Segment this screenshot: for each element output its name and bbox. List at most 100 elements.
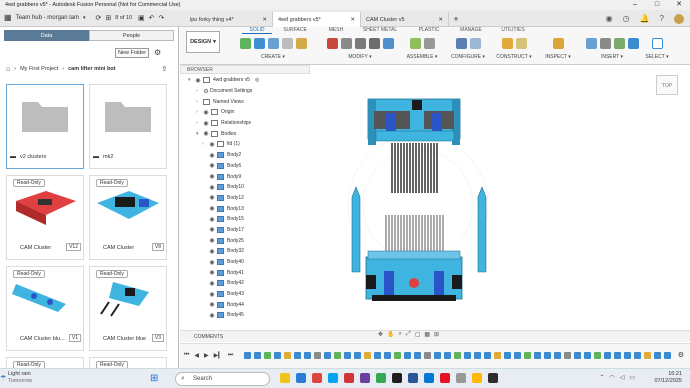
- timeline-feature-icon[interactable]: [524, 352, 531, 359]
- eye-icon[interactable]: ◉: [208, 162, 216, 169]
- eye-icon[interactable]: ◉: [208, 205, 216, 212]
- upload-icon[interactable]: ⇪: [162, 65, 168, 73]
- body-item[interactable]: ◉ Body43: [202, 289, 310, 300]
- table-icon[interactable]: [469, 38, 481, 49]
- app-icon[interactable]: [456, 373, 466, 383]
- folder-card[interactable]: ▬ v2 clusters: [6, 84, 84, 169]
- breadcrumb-folder[interactable]: cam lifter mini bot: [68, 66, 115, 72]
- avatar[interactable]: [674, 14, 684, 24]
- eye-icon[interactable]: ◉: [208, 269, 216, 276]
- team-hub-label[interactable]: Team hub - morgan lam: [16, 15, 79, 21]
- eye-icon[interactable]: ◉: [208, 152, 216, 159]
- first-step-icon[interactable]: ⏮: [184, 352, 189, 359]
- chevron-right-icon[interactable]: ›: [196, 99, 202, 105]
- shell-icon[interactable]: [368, 38, 380, 49]
- timeline-feature-icon[interactable]: [554, 352, 561, 359]
- timeline-feature-icon[interactable]: [354, 352, 361, 359]
- eye-icon[interactable]: ◉: [208, 173, 216, 180]
- eye-icon[interactable]: ◉: [208, 291, 216, 298]
- new-component-icon[interactable]: [409, 38, 421, 49]
- undo-icon[interactable]: ↶: [149, 14, 155, 22]
- design-card[interactable]: Read-Only CAM Cluster blue V3: [89, 266, 167, 351]
- timeline-feature-icon[interactable]: [264, 352, 271, 359]
- select-icon[interactable]: [651, 38, 663, 49]
- eye-icon[interactable]: ◉: [202, 109, 210, 116]
- pattern-icon[interactable]: [295, 38, 307, 49]
- app-icon[interactable]: [344, 373, 354, 383]
- new-sketch-icon[interactable]: [239, 38, 251, 49]
- timeline-feature-icon[interactable]: [274, 352, 281, 359]
- fillet-icon[interactable]: [340, 38, 352, 49]
- apps-icon[interactable]: ⊞: [105, 14, 111, 22]
- body-item[interactable]: ◉ Body45: [202, 310, 310, 321]
- parameters-icon[interactable]: [455, 38, 467, 49]
- breadcrumb-project[interactable]: My First Project: [20, 66, 58, 72]
- search-box[interactable]: ⌕ Search: [175, 372, 270, 386]
- body-item[interactable]: ◉ Body42: [202, 278, 310, 289]
- zoom-icon[interactable]: ⌕: [399, 331, 402, 341]
- joint-icon[interactable]: [423, 38, 435, 49]
- redo-icon[interactable]: ↷: [159, 14, 165, 22]
- timeline-feature-icon[interactable]: [494, 352, 501, 359]
- app-icon[interactable]: [312, 373, 322, 383]
- version-badge[interactable]: V12: [66, 243, 81, 251]
- browser-node[interactable]: ▾ ◉ Bodies: [188, 128, 310, 139]
- timeline-feature-icon[interactable]: [584, 352, 591, 359]
- gear-icon[interactable]: ⚙: [154, 48, 161, 57]
- axis-icon[interactable]: [515, 38, 527, 49]
- timeline-feature-icon[interactable]: [304, 352, 311, 359]
- timeline-feature-icon[interactable]: [294, 352, 301, 359]
- close-icon[interactable]: ✕: [262, 17, 267, 23]
- grid-menu-icon[interactable]: ▦: [4, 13, 12, 22]
- browser-root[interactable]: ▾ ◉ 4wd grabbers v5 ◎: [188, 75, 310, 86]
- body-item[interactable]: ◉ Body10: [202, 182, 310, 193]
- eye-icon[interactable]: ◉: [208, 301, 216, 308]
- timeline-feature-icon[interactable]: [504, 352, 511, 359]
- timeline-feature-icon[interactable]: [334, 352, 341, 359]
- gear-icon[interactable]: ⚙: [678, 351, 684, 359]
- workspace-switcher[interactable]: DESIGN ▾: [186, 31, 220, 53]
- timeline-feature-icon[interactable]: [314, 352, 321, 359]
- body-item[interactable]: ◉ Body41: [202, 267, 310, 278]
- body-item[interactable]: ◉ Body12: [202, 193, 310, 204]
- measure-icon[interactable]: [552, 38, 564, 49]
- app-icon[interactable]: [392, 373, 402, 383]
- viewports-icon[interactable]: ⊞: [434, 331, 439, 341]
- pan-icon[interactable]: ✋: [387, 331, 394, 341]
- app-icon[interactable]: [360, 373, 370, 383]
- online-status-icon[interactable]: ◉: [606, 14, 613, 24]
- eye-icon[interactable]: ◉: [208, 184, 216, 191]
- minimize-button[interactable]: –: [624, 0, 646, 10]
- timeline-feature-icon[interactable]: [634, 352, 641, 359]
- body-item[interactable]: ◉ Body32: [202, 246, 310, 257]
- close-button[interactable]: ✕: [668, 0, 690, 10]
- body-item[interactable]: ◉ Body15: [202, 214, 310, 225]
- chevron-up-icon[interactable]: ⌃: [599, 374, 604, 381]
- app-icon[interactable]: [328, 373, 338, 383]
- eye-icon[interactable]: ◉: [194, 77, 202, 84]
- eye-icon[interactable]: ◉: [208, 280, 216, 287]
- body-item[interactable]: ◉ Body13: [202, 203, 310, 214]
- tab-4wd-grabbers[interactable]: 4wd grabbers v5* ✕: [273, 12, 361, 27]
- view-cube[interactable]: TOP: [656, 75, 678, 95]
- battery-icon[interactable]: ▭: [629, 374, 635, 381]
- timeline-feature-icon[interactable]: [474, 352, 481, 359]
- team-dropdown-icon[interactable]: ▾: [83, 15, 86, 21]
- timeline-feature-icon[interactable]: [394, 352, 401, 359]
- timeline-feature-icon[interactable]: [484, 352, 491, 359]
- timeline-feature-icon[interactable]: [614, 352, 621, 359]
- help-icon[interactable]: ?: [660, 14, 664, 24]
- insert-derive-icon[interactable]: [585, 38, 597, 49]
- body-item[interactable]: › ◉ ltd (1): [202, 139, 310, 150]
- configure-menu[interactable]: CONFIGURE ▾: [446, 54, 490, 60]
- version-badge[interactable]: V3: [151, 334, 164, 342]
- close-icon[interactable]: ✕: [350, 17, 355, 23]
- timeline-feature-icon[interactable]: [514, 352, 521, 359]
- app-icon[interactable]: [488, 373, 498, 383]
- new-tab-button[interactable]: +: [449, 12, 463, 27]
- browser-node[interactable]: › ◉ Relationships: [188, 118, 310, 129]
- timeline-feature-icon[interactable]: [424, 352, 431, 359]
- body-item[interactable]: ◉ Body9: [202, 171, 310, 182]
- decal-icon[interactable]: [627, 38, 639, 49]
- inspect-menu[interactable]: INSPECT ▾: [540, 54, 576, 60]
